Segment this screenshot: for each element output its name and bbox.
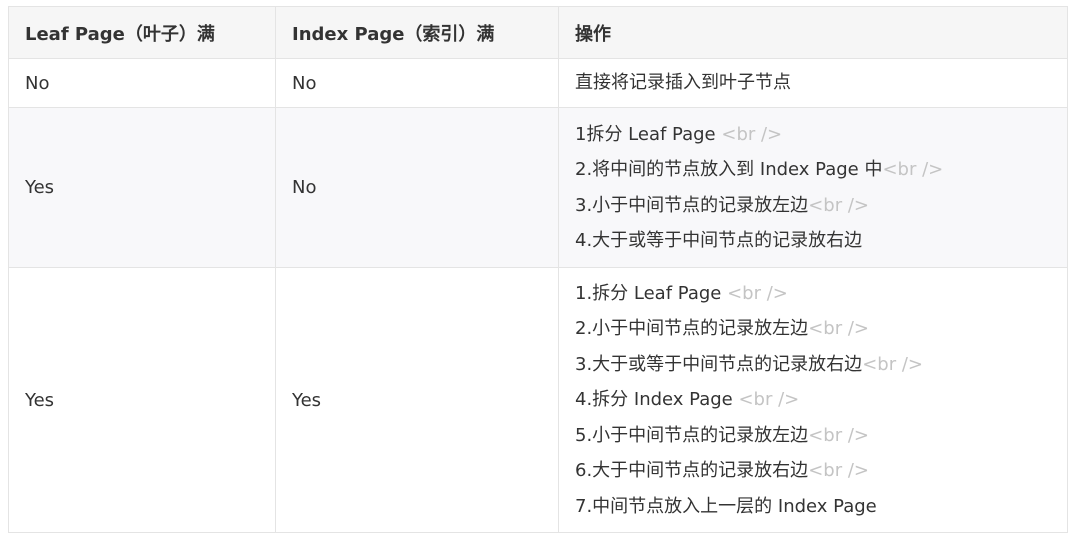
- step-text: 1.拆分 Leaf Page: [575, 282, 728, 304]
- index-full-cell: No: [275, 58, 559, 108]
- split-rules-table: Leaf Page（叶子）满 Index Page（索引）满 操作 No No 直接…: [8, 6, 1068, 533]
- table-row: Yes Yes 1.拆分 Leaf Page <br /> 2.小于中间节点的记录放左…: [8, 267, 1068, 533]
- br-tag-text: <br />: [808, 424, 869, 446]
- step-text: 3.大于或等于中间节点的记录放右边: [575, 353, 863, 375]
- step-text: 直接将记录插入到叶子节点: [575, 72, 791, 94]
- header-row: Leaf Page（叶子）满 Index Page（索引）满 操作: [8, 6, 1068, 59]
- operation-step: 直接将记录插入到叶子节点: [575, 65, 1051, 101]
- operation-step: 3.小于中间节点的记录放左边<br />: [575, 188, 1051, 224]
- index-full-cell: Yes: [275, 267, 559, 533]
- operation-cell: 1拆分 Leaf Page <br /> 2.将中间的节点放入到 Index Pa…: [558, 107, 1068, 268]
- step-text: 4.拆分 Index Page: [575, 389, 739, 411]
- operation-step: 1.拆分 Leaf Page <br />: [575, 276, 1051, 312]
- br-tag-text: <br />: [738, 389, 800, 411]
- br-tag-text: <br />: [808, 318, 869, 340]
- operation-step: 6.大于中间节点的记录放右边<br />: [575, 453, 1051, 489]
- br-tag-text: <br />: [808, 194, 869, 216]
- operation-step: 4.拆分 Index Page <br />: [575, 382, 1051, 418]
- operation-step: 5.小于中间节点的记录放左边<br />: [575, 418, 1051, 454]
- operation-step: 3.大于或等于中间节点的记录放右边<br />: [575, 347, 1051, 383]
- operation-step: 2.小于中间节点的记录放左边<br />: [575, 311, 1051, 347]
- br-tag-text: <br />: [808, 460, 869, 482]
- step-text: 2.将中间的节点放入到 Index Page 中: [575, 159, 883, 180]
- table-row: No No 直接将记录插入到叶子节点: [8, 58, 1068, 108]
- step-text: 1拆分 Leaf Page: [575, 123, 722, 145]
- br-tag-text: <br />: [721, 123, 783, 145]
- br-tag-text: <br />: [882, 159, 944, 180]
- header-leaf-page-full: Leaf Page（叶子）满: [8, 6, 276, 59]
- header-index-page-full: Index Page（索引）满: [275, 6, 559, 59]
- step-text: 5.小于中间节点的记录放左边: [575, 424, 809, 446]
- operation-step: 4.大于或等于中间节点的记录放右边: [575, 223, 1051, 259]
- step-text: 6.大于中间节点的记录放右边: [575, 460, 809, 482]
- leaf-full-cell: Yes: [8, 107, 276, 268]
- operation-step: 1拆分 Leaf Page <br />: [575, 117, 1051, 153]
- step-text: 4.大于或等于中间节点的记录放右边: [575, 230, 863, 251]
- leaf-full-cell: No: [8, 58, 276, 108]
- step-text: 2.小于中间节点的记录放左边: [575, 318, 809, 340]
- step-text: 7.中间节点放入上一层的 Index Page: [575, 495, 877, 517]
- table-row: Yes No 1拆分 Leaf Page <br /> 2.将中间的节点放入到 Ind…: [8, 107, 1068, 268]
- leaf-full-cell: Yes: [8, 267, 276, 533]
- header-operation: 操作: [558, 6, 1068, 59]
- br-tag-text: <br />: [862, 353, 923, 375]
- operation-cell: 1.拆分 Leaf Page <br /> 2.小于中间节点的记录放左边<br /…: [558, 267, 1068, 533]
- index-full-cell: No: [275, 107, 559, 268]
- br-tag-text: <br />: [727, 282, 788, 304]
- operation-step: 2.将中间的节点放入到 Index Page 中<br />: [575, 152, 1051, 188]
- step-text: 3.小于中间节点的记录放左边: [575, 194, 809, 216]
- operation-step: 7.中间节点放入上一层的 Index Page: [575, 489, 1051, 525]
- operation-cell: 直接将记录插入到叶子节点: [558, 58, 1068, 108]
